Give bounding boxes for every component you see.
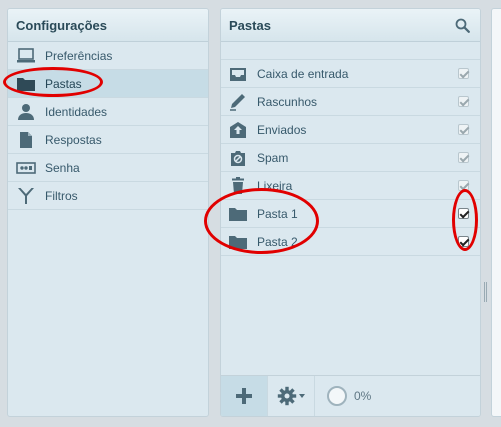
document-icon — [16, 131, 36, 149]
folder-row-trash[interactable]: Lixeira — [221, 172, 480, 200]
folder-name: Pasta 1 — [257, 206, 298, 221]
search-icon[interactable] — [455, 18, 470, 33]
pencil-icon — [228, 93, 248, 111]
trash-icon — [228, 176, 248, 195]
folder-list: Caixa de entrada Rascunhos Enviados Spam — [221, 59, 480, 256]
nav-item-label: Identidades — [45, 104, 108, 119]
folder-row-inbox[interactable]: Caixa de entrada — [221, 60, 480, 88]
settings-header: Configurações — [8, 9, 208, 42]
content-panel — [491, 8, 501, 417]
folder-name: Caixa de entrada — [257, 66, 349, 81]
nav-item-senha[interactable]: Senha — [8, 154, 208, 182]
folder-row-pasta-1[interactable]: Pasta 1 — [221, 200, 480, 228]
person-icon — [16, 103, 36, 121]
sent-icon — [228, 121, 248, 139]
quota-text: 0% — [354, 389, 372, 403]
filter-icon — [16, 187, 36, 205]
settings-title: Configurações — [16, 17, 108, 33]
folders-footer: 0% — [221, 375, 480, 416]
folder-name: Pasta 2 — [257, 234, 298, 249]
folder-name: Rascunhos — [257, 94, 318, 109]
folder-name: Spam — [257, 150, 289, 165]
gear-icon — [277, 386, 297, 406]
subscribe-checkbox[interactable] — [458, 208, 469, 219]
quota-indicator: 0% — [327, 386, 371, 406]
folder-row-drafts[interactable]: Rascunhos — [221, 88, 480, 116]
folder-actions-button[interactable] — [268, 375, 315, 416]
folders-panel: Pastas Caixa de entrada Rascunhos Enviad… — [220, 8, 481, 417]
spam-icon — [228, 149, 248, 167]
nav-item-label: Preferências — [45, 48, 113, 63]
nav-item-label: Pastas — [45, 76, 82, 91]
subscribe-checkbox[interactable] — [458, 68, 469, 79]
folder-name: Enviados — [257, 122, 307, 137]
nav-item-preferencias[interactable]: Preferências — [8, 42, 208, 70]
panel-splitter[interactable] — [484, 282, 488, 302]
nav-item-label: Filtros — [45, 188, 78, 203]
subscribe-checkbox[interactable] — [458, 96, 469, 107]
plus-icon — [235, 387, 253, 405]
folder-icon — [228, 205, 248, 223]
nav-item-filtros[interactable]: Filtros — [8, 182, 208, 210]
inbox-icon — [228, 65, 248, 83]
password-icon — [16, 159, 36, 177]
settings-nav: Preferências Pastas Identidades Resposta… — [8, 42, 208, 210]
nav-item-identidades[interactable]: Identidades — [8, 98, 208, 126]
chevron-down-icon — [299, 394, 305, 398]
folder-row-spam[interactable]: Spam — [221, 144, 480, 172]
quota-circle-icon — [327, 386, 347, 406]
nav-item-label: Senha — [45, 160, 80, 175]
folders-title: Pastas — [229, 17, 271, 33]
subscribe-checkbox[interactable] — [458, 152, 469, 163]
folder-row-pasta-2[interactable]: Pasta 2 — [221, 228, 480, 256]
folders-header: Pastas — [221, 9, 480, 42]
nav-item-label: Respostas — [45, 132, 102, 147]
subscribe-checkbox[interactable] — [458, 180, 469, 191]
folder-icon — [228, 233, 248, 251]
subscribe-checkbox[interactable] — [458, 236, 469, 247]
nav-item-respostas[interactable]: Respostas — [8, 126, 208, 154]
subscribe-checkbox[interactable] — [458, 124, 469, 135]
add-folder-button[interactable] — [221, 375, 268, 416]
folder-name: Lixeira — [257, 178, 293, 193]
laptop-icon — [16, 47, 36, 65]
settings-panel: Configurações Preferências Pastas Identi… — [7, 8, 209, 417]
nav-item-pastas[interactable]: Pastas — [8, 70, 208, 98]
folder-icon — [16, 75, 36, 93]
folder-row-sent[interactable]: Enviados — [221, 116, 480, 144]
